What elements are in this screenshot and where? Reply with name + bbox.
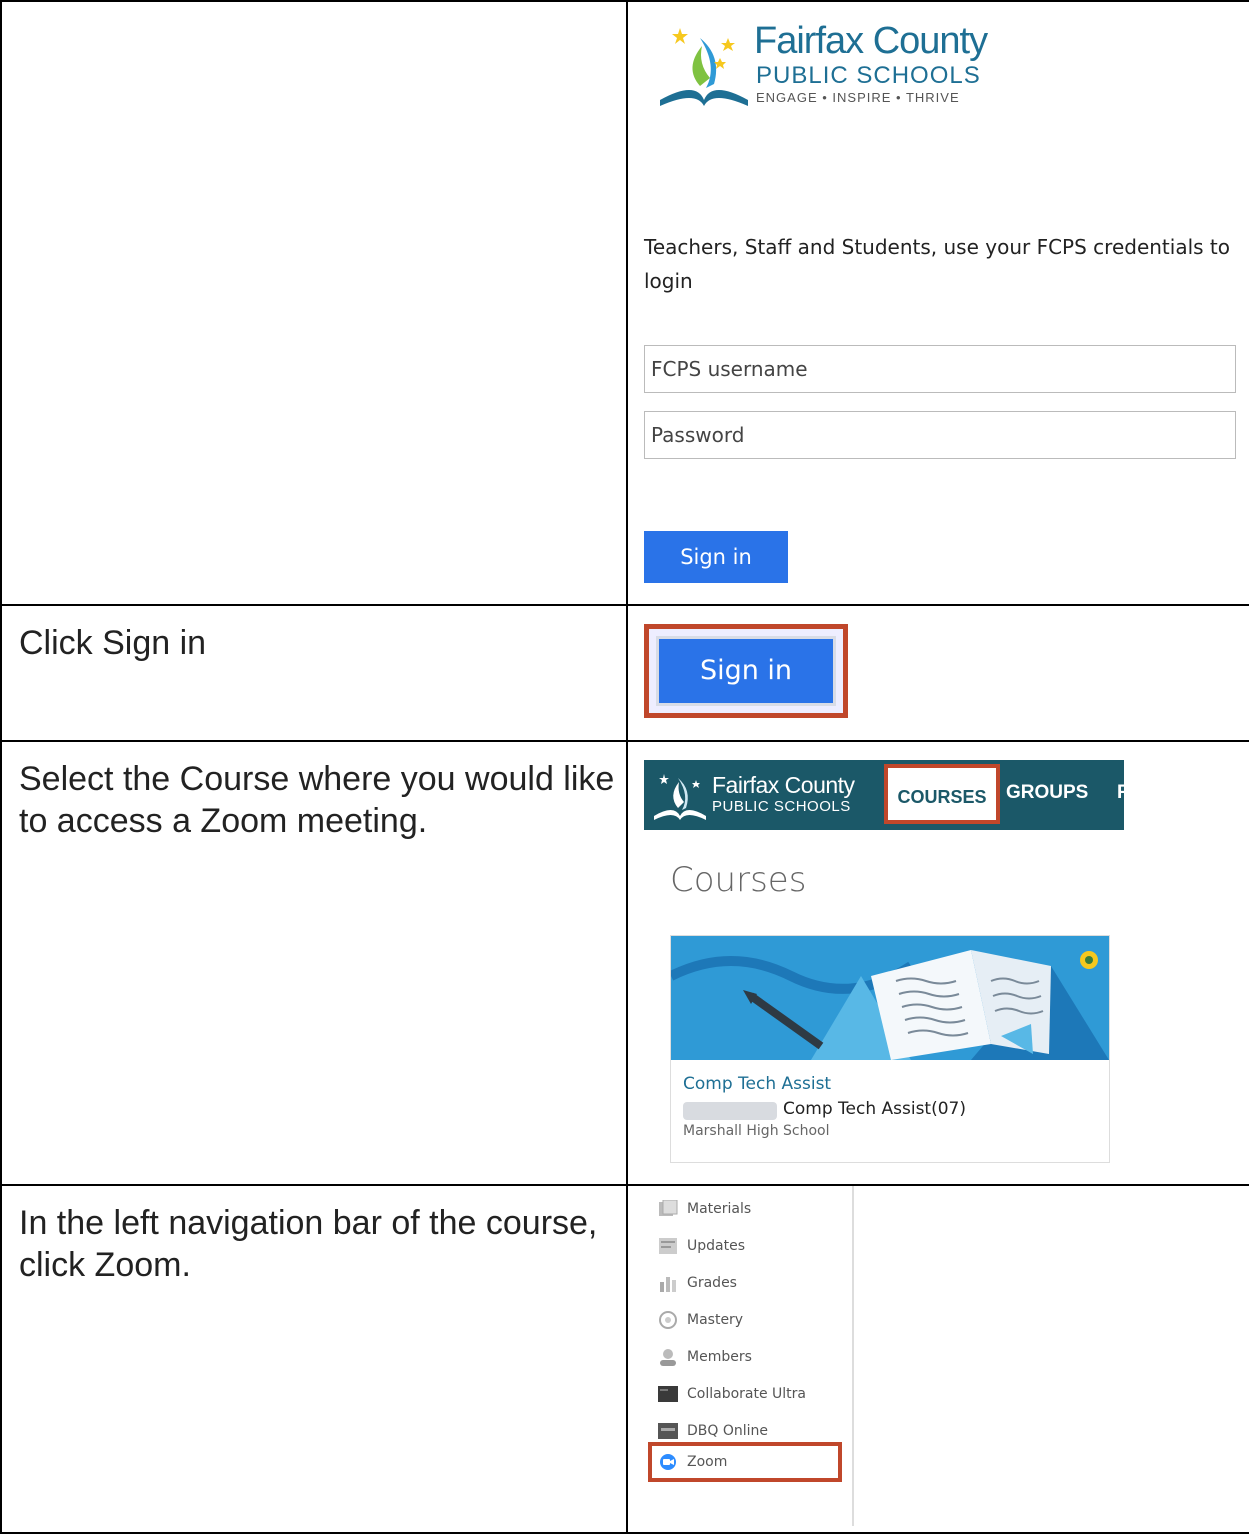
course-section: Comp Tech Assist(07) bbox=[783, 1099, 966, 1119]
zoom-icon bbox=[660, 1454, 676, 1470]
course-nav-screenshot: Materials Updates Grades Mastery Members… bbox=[628, 1186, 1249, 1532]
nav-item-dbq[interactable]: DBQ Online bbox=[658, 1418, 768, 1444]
sign-in-button[interactable]: Sign in bbox=[659, 639, 833, 703]
course-image bbox=[671, 936, 1109, 1060]
grades-icon bbox=[660, 1277, 676, 1292]
instruction-text bbox=[2, 2, 626, 18]
instructions-table: Fairfax County PUBLIC SCHOOLS ENGAGE • I… bbox=[0, 0, 1249, 1534]
instruction-cell: Click Sign in bbox=[0, 604, 628, 742]
screenshot-cell: Materials Updates Grades Mastery Members… bbox=[626, 1184, 1249, 1534]
fcps-logo-icon bbox=[654, 774, 706, 820]
login-screenshot: Fairfax County PUBLIC SCHOOLS ENGAGE • I… bbox=[628, 2, 1249, 604]
nav-item-label: Updates bbox=[687, 1238, 745, 1254]
courses-screenshot: Fairfax County PUBLIC SCHOOLS COURSES GR… bbox=[628, 742, 1249, 1184]
fcps-logo-icon bbox=[660, 28, 748, 106]
screenshot-cell: Fairfax County PUBLIC SCHOOLS COURSES GR… bbox=[626, 740, 1249, 1186]
dbq-icon bbox=[658, 1423, 678, 1439]
username-field[interactable]: FCPS username bbox=[644, 345, 1236, 393]
table-row: Fairfax County PUBLIC SCHOOLS ENGAGE • I… bbox=[0, 0, 1249, 606]
logo-tagline: ENGAGE • INSPIRE • THRIVE bbox=[756, 90, 960, 105]
nav-item-label: Zoom bbox=[687, 1454, 728, 1470]
nav-item-label: Members bbox=[687, 1349, 752, 1365]
instruction-text: Click Sign in bbox=[19, 624, 207, 662]
sign-in-button[interactable]: Sign in bbox=[644, 531, 788, 583]
nav-item-label: Materials bbox=[687, 1201, 752, 1217]
nav-groups-tab[interactable]: GROUPS bbox=[1006, 782, 1088, 804]
nav-item-label: DBQ Online bbox=[687, 1423, 769, 1439]
instruction-text: In the left navigation bar of the course… bbox=[19, 1204, 598, 1284]
top-nav-bar: Fairfax County PUBLIC SCHOOLS COURSES GR… bbox=[644, 760, 1129, 830]
instruction-cell: In the left navigation bar of the course… bbox=[0, 1184, 628, 1534]
nav-item-grades[interactable]: Grades bbox=[658, 1270, 737, 1296]
collaborate-icon bbox=[658, 1386, 678, 1402]
nav-item-label: Mastery bbox=[687, 1312, 744, 1328]
nav-item-label: Grades bbox=[687, 1275, 737, 1291]
instruction-cell bbox=[0, 0, 628, 606]
nav-item-mastery[interactable]: Mastery bbox=[658, 1307, 743, 1333]
nav-item-zoom[interactable]: Zoom bbox=[658, 1449, 727, 1475]
course-school: Marshall High School bbox=[683, 1123, 830, 1139]
nav-item-collaborate[interactable]: Collaborate Ultra bbox=[658, 1381, 806, 1407]
instruction-cell: Select the Course where you would like t… bbox=[0, 740, 628, 1186]
nav-logo-subtitle: PUBLIC SCHOOLS bbox=[712, 798, 851, 815]
nav-next-tab[interactable]: F bbox=[1117, 782, 1129, 804]
fcps-logo: Fairfax County PUBLIC SCHOOLS ENGAGE • I… bbox=[656, 18, 1016, 110]
table-row: In the left navigation bar of the course… bbox=[0, 1184, 1249, 1534]
screenshot-cell: Sign in bbox=[626, 604, 1249, 742]
signin-screenshot: Sign in bbox=[628, 606, 1249, 740]
courses-heading: Courses bbox=[670, 860, 807, 900]
members-icon bbox=[660, 1349, 676, 1366]
updates-icon bbox=[659, 1238, 677, 1254]
course-card[interactable]: Comp Tech Assist Comp Tech Assist(07) Ma… bbox=[670, 935, 1110, 1163]
materials-icon bbox=[659, 1200, 678, 1216]
password-field[interactable]: Password bbox=[644, 411, 1236, 459]
nav-logo-title: Fairfax County bbox=[712, 772, 855, 798]
logo-title: Fairfax County bbox=[754, 20, 988, 62]
nav-courses-tab[interactable]: COURSES bbox=[884, 764, 1000, 824]
course-left-nav: Materials Updates Grades Mastery Members… bbox=[648, 1186, 854, 1526]
logo-subtitle: PUBLIC SCHOOLS bbox=[756, 62, 981, 89]
mastery-icon bbox=[659, 1311, 677, 1329]
login-intro-text: Teachers, Staff and Students, use your F… bbox=[644, 235, 1230, 293]
nav-item-label: Collaborate Ultra bbox=[687, 1386, 806, 1402]
nav-item-updates[interactable]: Updates bbox=[658, 1233, 745, 1259]
table-row: Select the Course where you would like t… bbox=[0, 740, 1249, 1186]
instruction-text: Select the Course where you would like t… bbox=[19, 760, 615, 840]
screenshot-cell: Fairfax County PUBLIC SCHOOLS ENGAGE • I… bbox=[626, 0, 1249, 606]
nav-item-members[interactable]: Members bbox=[658, 1344, 752, 1370]
sign-in-highlight: Sign in bbox=[644, 624, 848, 718]
nav-item-materials[interactable]: Materials bbox=[658, 1196, 751, 1222]
course-illustration bbox=[671, 936, 1109, 1060]
table-row: Click Sign in Sign in bbox=[0, 604, 1249, 742]
redacted-text bbox=[683, 1102, 777, 1120]
course-title[interactable]: Comp Tech Assist bbox=[683, 1074, 831, 1094]
